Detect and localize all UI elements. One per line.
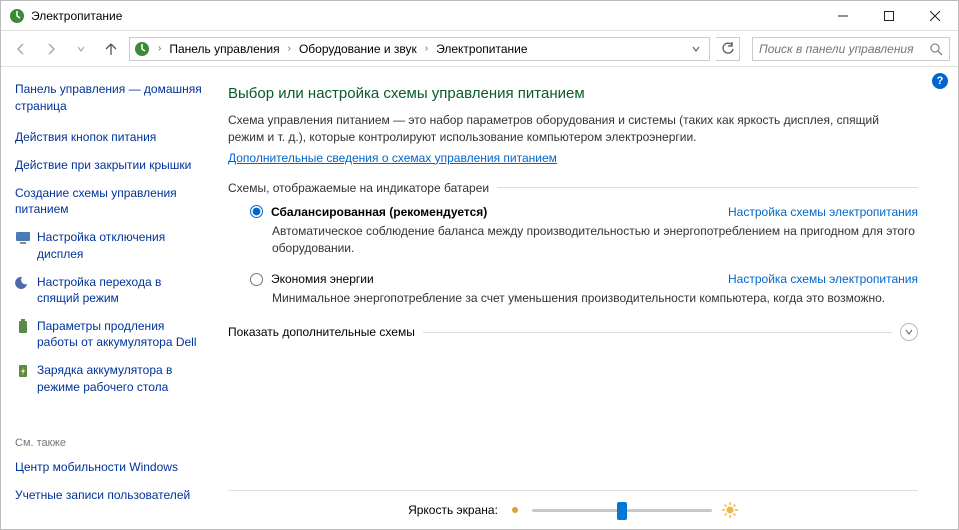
chevron-right-icon[interactable]: › <box>284 43 295 54</box>
expand-label: Показать дополнительные схемы <box>228 325 415 339</box>
addressbar-icon <box>134 41 150 57</box>
titlebar: Электропитание <box>1 1 958 31</box>
expand-additional-plans[interactable]: Показать дополнительные схемы <box>228 323 918 341</box>
chevron-down-icon[interactable] <box>900 323 918 341</box>
plans-group-header: Схемы, отображаемые на индикаторе батаре… <box>228 181 918 197</box>
sidebar-item-label: Зарядка аккумулятора в режиме рабочего с… <box>37 362 206 394</box>
plan-name[interactable]: Экономия энергии <box>271 272 374 286</box>
refresh-button[interactable] <box>716 37 740 61</box>
chevron-right-icon[interactable]: › <box>421 43 432 54</box>
sidebar-link-sleep[interactable]: Настройка перехода в спящий режим <box>15 274 206 306</box>
plan-radio-powersaver[interactable] <box>250 273 263 286</box>
brightness-label: Яркость экрана: <box>408 503 498 517</box>
breadcrumb-leaf[interactable]: Электропитание <box>432 42 531 56</box>
toolbar: › Панель управления › Оборудование и зву… <box>1 31 958 67</box>
plan-name[interactable]: Сбалансированная (рекомендуется) <box>271 205 487 219</box>
sun-bright-icon <box>722 502 738 518</box>
minimize-button[interactable] <box>820 1 866 31</box>
sidebar-link-mobility-center[interactable]: Центр мобильности Windows <box>15 459 206 475</box>
searchbox[interactable] <box>752 37 950 61</box>
sidebar-item-label: Центр мобильности Windows <box>15 459 178 475</box>
plan-description: Минимальное энергопотребление за счет ум… <box>272 290 918 307</box>
learn-more-link[interactable]: Дополнительные сведения о схемах управле… <box>228 151 557 165</box>
back-button[interactable] <box>9 37 33 61</box>
sidebar-home-link[interactable]: Панель управления — домашняя страница <box>15 81 206 115</box>
addressbar[interactable]: › Панель управления › Оборудование и зву… <box>129 37 710 61</box>
sidebar-item-label: Действия кнопок питания <box>15 129 156 145</box>
page-heading: Выбор или настройка схемы управления пит… <box>228 85 918 102</box>
sidebar-link-display-off[interactable]: Настройка отключения дисплея <box>15 229 206 261</box>
divider <box>423 332 892 333</box>
maximize-button[interactable] <box>866 1 912 31</box>
plan-powersaver: Экономия энергии Настройка схемы электро… <box>250 272 918 307</box>
sidebar-link-lid-close[interactable]: Действие при закрытии крышки <box>15 157 206 173</box>
main-content: Выбор или настройка схемы управления пит… <box>216 67 958 529</box>
sidebar-item-label: Параметры продления работы от аккумулято… <box>37 318 206 350</box>
app-icon <box>9 8 25 24</box>
sleep-icon <box>15 275 31 291</box>
see-also-label: См. также <box>15 437 206 449</box>
plan-configure-link[interactable]: Настройка схемы электропитания <box>728 272 918 286</box>
sidebar-link-desktop-charge[interactable]: Зарядка аккумулятора в режиме рабочего с… <box>15 362 206 394</box>
sidebar-item-label: Создание схемы управления питанием <box>15 185 206 217</box>
breadcrumb-root[interactable]: Панель управления <box>165 42 283 56</box>
sidebar-item-label: Учетные записи пользователей <box>15 487 190 503</box>
recent-dropdown[interactable] <box>69 37 93 61</box>
window-title: Электропитание <box>31 9 820 23</box>
sidebar-link-dell-battery[interactable]: Параметры продления работы от аккумулято… <box>15 318 206 350</box>
close-button[interactable] <box>912 1 958 31</box>
charge-icon <box>15 363 31 379</box>
sidebar-item-label: Настройка перехода в спящий режим <box>37 274 206 306</box>
breadcrumb-mid[interactable]: Оборудование и звук <box>295 42 421 56</box>
sun-dim-icon <box>508 503 522 517</box>
page-description: Схема управления питанием — это набор па… <box>228 112 918 147</box>
addressbar-dropdown[interactable] <box>687 44 705 54</box>
sidebar-link-power-buttons[interactable]: Действия кнопок питания <box>15 129 206 145</box>
sidebar-link-create-plan[interactable]: Создание схемы управления питанием <box>15 185 206 217</box>
brightness-slider[interactable] <box>532 501 712 519</box>
brightness-footer: Яркость экрана: <box>228 490 918 519</box>
group-label: Схемы, отображаемые на индикаторе батаре… <box>228 181 489 195</box>
plan-configure-link[interactable]: Настройка схемы электропитания <box>728 205 918 219</box>
plan-description: Автоматическое соблюдение баланса между … <box>272 223 918 257</box>
sidebar-item-label: Действие при закрытии крышки <box>15 157 191 173</box>
battery-icon <box>15 319 31 335</box>
divider <box>497 187 918 188</box>
sidebar: Панель управления — домашняя страница Де… <box>1 67 216 529</box>
display-icon <box>15 230 31 246</box>
search-input[interactable] <box>759 42 929 56</box>
search-icon[interactable] <box>929 42 943 56</box>
chevron-right-icon[interactable]: › <box>154 43 165 54</box>
slider-thumb[interactable] <box>617 502 627 520</box>
sidebar-link-user-accounts[interactable]: Учетные записи пользователей <box>15 487 206 503</box>
sidebar-item-label: Настройка отключения дисплея <box>37 229 206 261</box>
up-button[interactable] <box>99 37 123 61</box>
forward-button[interactable] <box>39 37 63 61</box>
plan-balanced: Сбалансированная (рекомендуется) Настрой… <box>250 205 918 257</box>
plan-radio-balanced[interactable] <box>250 205 263 218</box>
